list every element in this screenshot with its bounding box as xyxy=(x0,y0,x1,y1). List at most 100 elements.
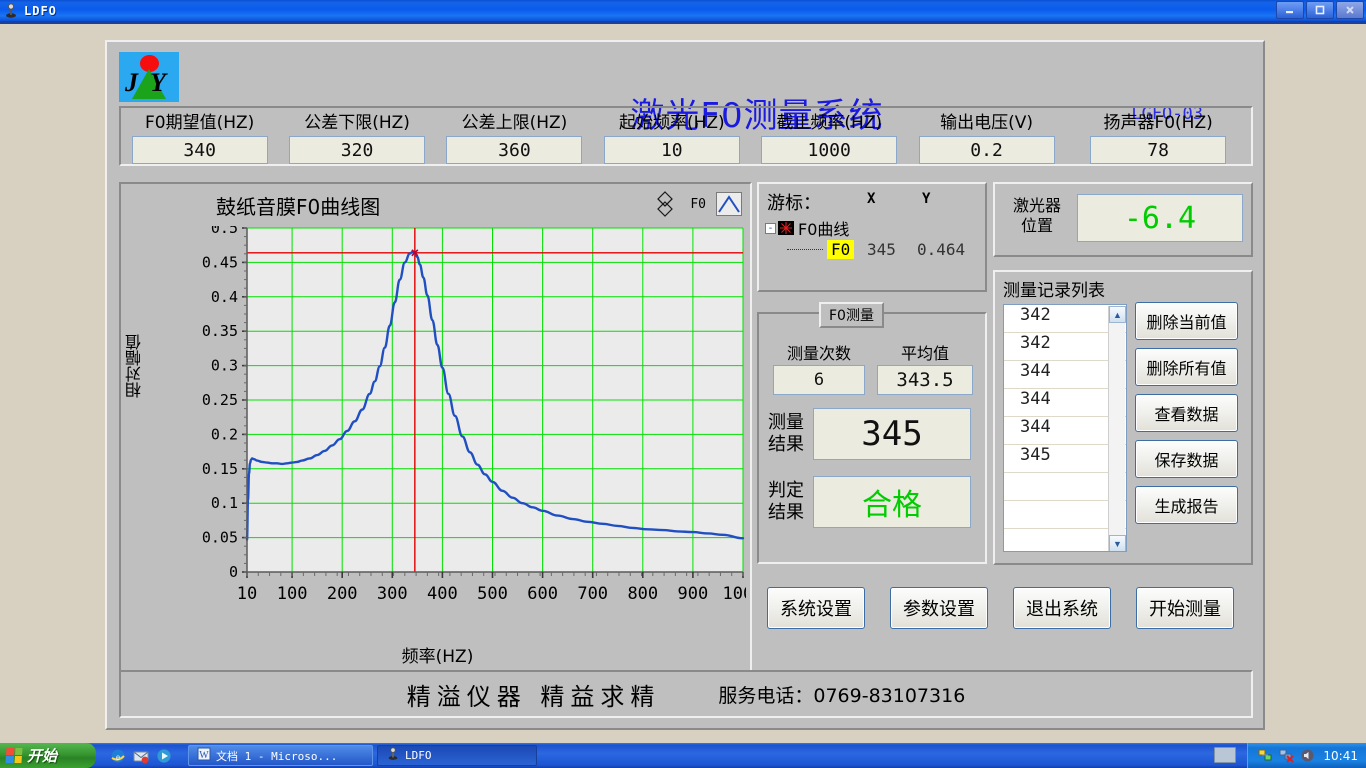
taskbar-item-label: LDFO xyxy=(405,749,432,762)
main-panel: JY 激光F0测量系统 LGFO-03 F0期望值(HZ) 340 公差下限(H… xyxy=(105,40,1265,730)
svg-text:0.1: 0.1 xyxy=(211,494,238,512)
cursor-tree-label: F0曲线 xyxy=(798,220,850,239)
svg-text:600: 600 xyxy=(527,584,558,604)
taskbar-item-ldfo[interactable]: LDFO xyxy=(377,745,537,766)
param-value-input[interactable]: 10 xyxy=(603,136,740,164)
cursor-tool-icon[interactable] xyxy=(650,190,680,218)
param-label: 扬声器F0(HZ) xyxy=(1103,113,1213,133)
records-buttons: 删除当前值 删除所有值 查看数据 保存数据 生成报告 xyxy=(1135,302,1238,524)
param-value-input[interactable]: 0.2 xyxy=(918,136,1055,164)
svg-text:100: 100 xyxy=(277,584,308,604)
svg-text:800: 800 xyxy=(627,584,658,604)
param-label: 公差上限(HZ) xyxy=(461,113,568,133)
footer-phone: 服务电话：0769-83107316 xyxy=(718,684,966,707)
svg-text:200: 200 xyxy=(327,584,358,604)
param-label: 公差下限(HZ) xyxy=(304,113,410,133)
svg-text:1000: 1000 xyxy=(723,584,746,604)
mail-icon[interactable] xyxy=(133,748,149,764)
laser-label-line1: 激光器 xyxy=(1012,196,1061,215)
network-disconnected-icon[interactable] xyxy=(1279,748,1295,763)
average-label: 平均值 xyxy=(900,344,949,363)
laser-position-panel: 激光器 位置 -6.4 xyxy=(993,182,1253,257)
measure-result-label: 测量 结果 xyxy=(765,412,807,456)
param-tolerance-lower: 公差下限(HZ) 320 xyxy=(278,108,435,164)
laser-label-line2: 位置 xyxy=(1020,216,1053,235)
svg-text:0: 0 xyxy=(229,563,238,581)
parameter-settings-button[interactable]: 参数设置 xyxy=(890,587,988,629)
plot-marker-icon xyxy=(778,221,794,235)
measure-result-value: 345 xyxy=(813,408,971,460)
cursor-tree-child[interactable]: F0 xyxy=(787,240,855,259)
svg-text:0.2: 0.2 xyxy=(211,425,238,443)
minimize-button[interactable] xyxy=(1276,1,1304,19)
param-value-input[interactable]: 340 xyxy=(131,136,268,164)
cursor-tree-root[interactable]: - F0曲线 xyxy=(765,216,849,240)
cursor-col-x: X xyxy=(867,191,876,207)
scroll-up-icon[interactable]: ▲ xyxy=(1109,306,1126,323)
system-tray: 10:41 xyxy=(1247,743,1366,768)
delete-all-button[interactable]: 删除所有值 xyxy=(1135,348,1238,386)
generate-report-button[interactable]: 生成报告 xyxy=(1135,486,1238,524)
f0-panel-legend: F0测量 xyxy=(819,302,884,328)
footer-bar: 精溢仪器 精益求精 服务电话：0769-83107316 xyxy=(119,670,1253,718)
parameters-bar: F0期望值(HZ) 340 公差下限(HZ) 320 公差上限(HZ) 360 … xyxy=(119,106,1253,166)
legend-swatch[interactable] xyxy=(716,192,742,216)
chart-y-axis-label: 相对幅值 xyxy=(125,334,144,398)
maximize-button[interactable] xyxy=(1306,1,1334,19)
view-data-button[interactable]: 查看数据 xyxy=(1135,394,1238,432)
param-value-input[interactable]: 360 xyxy=(446,136,583,164)
clock[interactable]: 10:41 xyxy=(1323,749,1358,763)
svg-text:400: 400 xyxy=(427,584,458,604)
verdict-label-line2: 结果 xyxy=(768,502,804,523)
media-icon[interactable] xyxy=(156,748,172,764)
start-measure-button[interactable]: 开始测量 xyxy=(1136,587,1234,629)
volume-icon[interactable] xyxy=(1300,748,1315,763)
svg-text:0.45: 0.45 xyxy=(202,253,238,271)
svg-text:0.15: 0.15 xyxy=(202,460,238,478)
exit-system-button[interactable]: 退出系统 xyxy=(1013,587,1111,629)
system-settings-button[interactable]: 系统设置 xyxy=(767,587,865,629)
svg-text:0.5: 0.5 xyxy=(211,226,238,237)
legend-entry-label: F0 xyxy=(690,196,706,212)
param-value-input[interactable]: 320 xyxy=(289,136,426,164)
svg-text:0.4: 0.4 xyxy=(211,288,238,306)
window-titlebar: LDFO xyxy=(0,0,1366,21)
scroll-down-icon[interactable]: ▼ xyxy=(1109,535,1126,551)
param-label: 起始频率(HZ) xyxy=(618,113,725,133)
windows-flag-icon xyxy=(5,748,23,763)
f0-measure-panel: F0测量 测量次数 平均值 6 343.5 测量 结果 345 判定 结果 合格 xyxy=(757,302,987,564)
expander-icon[interactable]: - xyxy=(765,222,776,234)
records-listbox[interactable]: 342 342 344 344 344 345 ▲ ▼ xyxy=(1003,304,1127,552)
quick-launch-bar: e xyxy=(100,748,182,764)
svg-text:0.05: 0.05 xyxy=(202,529,238,547)
cursor-panel-title: 游标： xyxy=(767,193,821,214)
ie-icon[interactable]: e xyxy=(110,748,126,764)
laser-position-label: 激光器 位置 xyxy=(1005,196,1069,236)
cursor-panel: 游标： X Y - F0曲线 F0 345 0.464 xyxy=(757,182,987,292)
cursor-tag-label[interactable]: F0 xyxy=(827,240,855,259)
app-icon-small xyxy=(386,747,400,764)
save-data-button[interactable]: 保存数据 xyxy=(1135,440,1238,478)
param-value-input[interactable]: 1000 xyxy=(761,136,898,164)
taskbar-item-word[interactable]: W 文档 1 - Microso... xyxy=(188,745,373,766)
window-title: LDFO xyxy=(24,3,57,18)
app-icon xyxy=(3,2,19,19)
param-value-input[interactable]: 78 xyxy=(1090,136,1227,164)
records-scrollbar[interactable]: ▲ ▼ xyxy=(1108,306,1126,551)
start-button[interactable]: 开始 xyxy=(0,743,96,768)
network-icon[interactable] xyxy=(1258,748,1273,763)
laser-position-value: -6.4 xyxy=(1077,194,1243,242)
footer-slogan: 精溢仪器 精益求精 xyxy=(406,682,661,711)
chart-plot-area[interactable]: 0 0.05 0.1 0.15 0.2 0.25 0.3 0.35 0.4 0.45 0.5 10 10… xyxy=(199,226,746,610)
param-start-frequency: 起始频率(HZ) 10 xyxy=(593,108,750,164)
tray-separator xyxy=(1214,747,1236,763)
cursor-y-value: 0.464 xyxy=(917,240,966,259)
svg-text:W: W xyxy=(199,750,209,761)
measure-result-label-line2: 结果 xyxy=(768,434,804,455)
verdict-label: 判定 结果 xyxy=(765,480,807,524)
client-top-divider xyxy=(0,21,1366,24)
jy-logo-icon: JY xyxy=(119,52,179,102)
delete-current-button[interactable]: 删除当前值 xyxy=(1135,302,1238,340)
logo-letters: JY xyxy=(125,68,178,97)
close-button[interactable] xyxy=(1336,1,1364,19)
